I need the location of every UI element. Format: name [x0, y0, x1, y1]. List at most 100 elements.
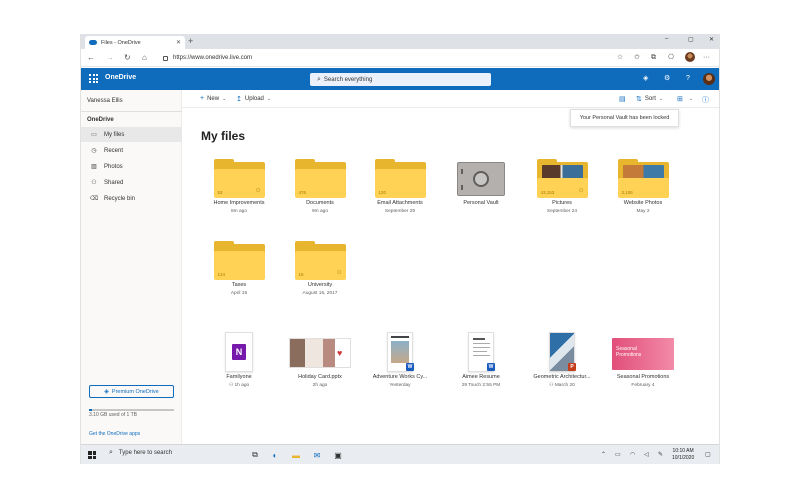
- file-explorer-icon[interactable]: ▬: [290, 449, 302, 461]
- taskbar-search-input[interactable]: ⌕ Type here to search: [109, 449, 172, 457]
- file-familyone[interactable]: N Familyone ⚇ 1h ago: [200, 332, 278, 388]
- info-button[interactable]: ⓘ: [702, 95, 712, 105]
- command-bar: + New ⌄ ↥ Upload ⌄ ▤ ⇅ Sort ⌄ ⊞ ⌄ ⓘ: [182, 90, 719, 108]
- sidebar-item-label: Shared: [104, 179, 124, 186]
- slide-title: Seasonal Promotions: [616, 346, 642, 358]
- collections-icon[interactable]: ⧉: [651, 53, 656, 63]
- taskbar-clock[interactable]: 10:10 AM 10/1/2020: [672, 448, 694, 462]
- file-modified: 2h ago: [312, 383, 328, 388]
- file-seasonal-promotions[interactable]: Seasonal Promotions Seasonal Promotions …: [604, 332, 682, 388]
- browser-profile-avatar[interactable]: [685, 52, 695, 62]
- settings-gear-icon[interactable]: ⚙: [664, 74, 670, 84]
- folder-name: University: [307, 282, 333, 288]
- file-holiday-card[interactable]: ♥ Holiday Card.pptx 2h ago: [281, 332, 359, 388]
- folder-modified: 9m ago: [312, 209, 328, 214]
- info-icon: ⓘ: [702, 97, 709, 104]
- home-icon[interactable]: ⌂: [142, 53, 147, 63]
- folder-home-improvements[interactable]: 53 ⚇ Home Improvements 8m ago: [200, 159, 278, 214]
- premium-diamond-icon[interactable]: ◈: [643, 74, 648, 84]
- tab-strip: Files - OneDrive ✕ + – ▢ ✕: [81, 34, 719, 49]
- folder-modified: 8m ago: [231, 209, 247, 214]
- image-icon: ▨: [91, 164, 97, 170]
- people-icon: ⚇: [91, 180, 97, 186]
- folder-pictures[interactable]: 43,153 ⚇ Pictures September 24: [523, 159, 601, 214]
- sidebar-divider: [81, 111, 182, 112]
- details-pane-button[interactable]: ▤: [619, 95, 629, 103]
- search-icon: ⌕: [317, 75, 321, 83]
- folder-taxes[interactable]: 124 Taxes April 15: [200, 241, 278, 296]
- file-thumbnail: N: [208, 332, 270, 372]
- forward-arrow-icon[interactable]: →: [106, 53, 114, 63]
- sidebar-item-recent[interactable]: ◷ Recent: [81, 143, 182, 158]
- folder-university[interactable]: 15 ⚇ University August 15, 2017: [281, 241, 359, 296]
- folder-icon: 120: [374, 159, 426, 198]
- storage-meter-fill: [89, 409, 92, 411]
- user-avatar[interactable]: [703, 73, 715, 85]
- help-icon[interactable]: ?: [686, 74, 690, 84]
- file-geometric-architecture[interactable]: P Geometric Architectur... ⚇ March 20: [523, 332, 601, 388]
- extension-icon[interactable]: ⎔: [668, 53, 674, 63]
- user-name[interactable]: Vanessa Ellis: [87, 98, 123, 104]
- volume-icon[interactable]: ◁: [644, 451, 649, 458]
- folder-documents[interactable]: 476 Documents 9m ago: [281, 159, 359, 214]
- view-toggle-button[interactable]: ⊞ ⌄: [677, 95, 693, 103]
- task-view-icon[interactable]: ⧉: [249, 449, 261, 461]
- sidebar-item-my-files[interactable]: ▭ My files: [81, 127, 182, 142]
- show-hidden-icons-icon[interactable]: ⌃: [601, 451, 606, 458]
- address-bar-row: ← → ↻ ⌂ https://www.onedrive.live.com ☆ …: [81, 49, 719, 67]
- url-field[interactable]: https://www.onedrive.live.com: [163, 52, 583, 64]
- windows-start-icon[interactable]: [88, 451, 96, 459]
- search-input[interactable]: ⌕ Search everything: [310, 73, 491, 86]
- notifications-icon[interactable]: ▢: [705, 451, 711, 458]
- app-launcher-icon[interactable]: [89, 74, 98, 83]
- wifi-icon[interactable]: ◠: [630, 451, 635, 458]
- upload-button[interactable]: ↥ Upload ⌄: [236, 95, 271, 103]
- browser-tab[interactable]: Files - OneDrive ✕: [85, 36, 185, 49]
- battery-icon[interactable]: ▭: [615, 451, 621, 458]
- premium-button[interactable]: ◈ Premium OneDrive: [89, 385, 174, 398]
- sidebar-item-photos[interactable]: ▨ Photos: [81, 159, 182, 174]
- storage-text[interactable]: 3.10 GB used of 1 TB: [89, 412, 137, 418]
- get-apps-link[interactable]: Get the OneDrive apps: [89, 431, 140, 437]
- new-button[interactable]: + New ⌄: [200, 95, 226, 102]
- lock-icon: [163, 55, 168, 61]
- new-label: New: [207, 95, 220, 102]
- sidebar-item-shared[interactable]: ⚇ Shared: [81, 175, 182, 190]
- folder-email-attachments[interactable]: 120 Email Attachments September 29: [361, 159, 439, 214]
- clock-icon: ◷: [91, 148, 97, 154]
- sidebar-item-recycle-bin[interactable]: ⌫ Recycle bin: [81, 191, 182, 206]
- plus-icon: +: [200, 95, 205, 102]
- file-adventure-works[interactable]: W Adventure Works Cy... Yesterday: [361, 332, 439, 388]
- folder-icon: 3,106: [617, 159, 669, 198]
- tab-close-icon[interactable]: ✕: [176, 39, 181, 46]
- file-thumbnail: W: [369, 332, 431, 372]
- refresh-icon[interactable]: ↻: [124, 53, 131, 63]
- read-aloud-icon[interactable]: ☆: [617, 53, 623, 63]
- favorites-icon[interactable]: ✩: [634, 53, 640, 63]
- folder-icon: 15 ⚇: [294, 241, 346, 280]
- maximize-button[interactable]: ▢: [688, 36, 694, 43]
- storage-meter: [89, 409, 174, 411]
- mail-icon[interactable]: ✉: [311, 449, 323, 461]
- minimize-button[interactable]: –: [665, 36, 668, 42]
- folder-personal-vault[interactable]: Personal Vault: [442, 162, 520, 206]
- folder-icon: 476: [294, 159, 346, 198]
- brand-name[interactable]: OneDrive: [105, 74, 136, 81]
- edge-browser-icon[interactable]: ◐: [269, 449, 281, 461]
- folder-website-photos[interactable]: 3,106 Website Photos May 2: [604, 159, 682, 214]
- folder-icon: 53 ⚇: [213, 159, 265, 198]
- item-count: 53: [217, 190, 223, 195]
- back-arrow-icon[interactable]: ←: [87, 53, 95, 63]
- more-options-icon[interactable]: ···: [703, 53, 710, 63]
- file-aimee-resume[interactable]: W Aimee Resume 29 Touch 2:55 PM: [442, 332, 520, 388]
- store-icon[interactable]: ▣: [332, 449, 344, 461]
- word-icon: W: [487, 363, 495, 371]
- sort-button[interactable]: ⇅ Sort ⌄: [636, 95, 663, 103]
- close-window-button[interactable]: ✕: [709, 36, 714, 43]
- pen-icon[interactable]: ✎: [658, 451, 663, 458]
- new-tab-button[interactable]: +: [188, 36, 193, 47]
- folder-icon: 124: [213, 241, 265, 280]
- file-name: Aimee Resume: [462, 374, 500, 380]
- sidebar-item-label: Photos: [104, 163, 123, 170]
- sidebar: Vanessa Ellis OneDrive ▭ My files ◷ Rece…: [81, 90, 182, 444]
